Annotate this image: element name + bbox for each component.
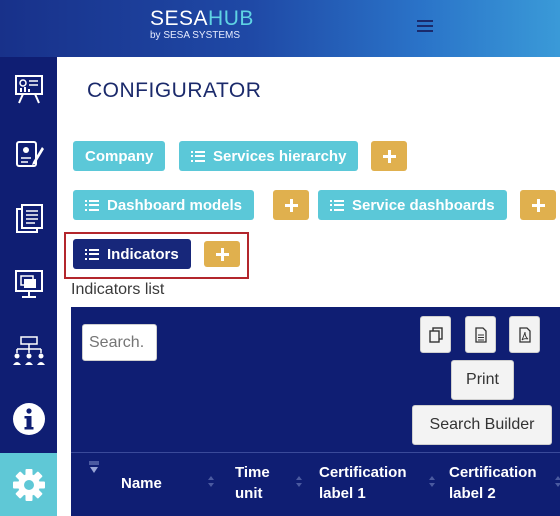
table-header-divider <box>71 452 560 453</box>
file-text-icon <box>474 326 487 343</box>
csv-button[interactable] <box>465 316 496 353</box>
list-icon <box>85 199 99 211</box>
sidebar-item-documents[interactable] <box>0 187 57 250</box>
brand-title: SESAHUB <box>150 8 254 30</box>
copy-icon <box>428 326 443 343</box>
pdf-button[interactable] <box>509 316 540 353</box>
sort-icon[interactable] <box>429 476 435 488</box>
company-button[interactable]: Company <box>73 141 166 171</box>
plus-icon <box>284 198 298 212</box>
indicators-label: Indicators <box>107 245 179 263</box>
sort-icon[interactable] <box>555 476 560 488</box>
column-header-certification-label-2[interactable]: Certification label 2 <box>449 462 559 504</box>
sidebar <box>0 57 57 516</box>
sidebar-item-info[interactable] <box>0 387 57 450</box>
list-icon <box>191 150 205 162</box>
indicators-list-label: Indicators list <box>71 281 165 298</box>
sidebar-item-settings[interactable] <box>0 453 57 516</box>
add-indicator-button[interactable] <box>204 241 240 267</box>
add-service-hierarchy-button[interactable] <box>371 141 407 171</box>
dashboard-models-label: Dashboard models <box>107 196 243 214</box>
sort-icon[interactable] <box>296 476 302 488</box>
sidebar-item-hierarchy[interactable] <box>0 320 57 383</box>
plus-icon <box>215 247 229 261</box>
sidebar-item-certificates[interactable] <box>0 122 57 185</box>
copy-button[interactable] <box>420 316 451 353</box>
hierarchy-icon <box>12 335 45 365</box>
company-button-label: Company <box>85 147 154 165</box>
search-input[interactable] <box>82 324 157 361</box>
gear-icon <box>12 468 45 501</box>
plus-icon <box>531 198 545 212</box>
brand-logo[interactable]: SESAHUB by SESA SYSTEMS <box>150 8 254 41</box>
sidebar-item-monitor[interactable] <box>0 252 57 315</box>
hamburger-menu-icon[interactable] <box>417 20 433 32</box>
app-window: SESAHUB by SESA SYSTEMS CONFIGURATOR Com… <box>0 0 560 516</box>
indicators-table: Print Search Builder Name Time unit Cert… <box>71 307 560 516</box>
add-dashboard-model-button[interactable] <box>273 190 309 220</box>
service-dashboards-button[interactable]: Service dashboards <box>318 190 507 220</box>
top-bar: SESAHUB by SESA SYSTEMS <box>0 0 560 57</box>
list-icon <box>85 248 99 260</box>
documents-icon <box>15 203 43 233</box>
indicators-button[interactable]: Indicators <box>73 239 191 269</box>
certificate-edit-icon <box>15 140 44 167</box>
column-header-time-unit[interactable]: Time unit <box>235 462 285 504</box>
brand-suffix: HUB <box>208 7 254 30</box>
presentation-dashboard-icon <box>14 74 43 103</box>
main-content: CONFIGURATOR Company Services hierarchy … <box>57 57 560 516</box>
monitor-screen-icon <box>14 269 43 298</box>
sidebar-item-dashboard[interactable] <box>0 57 57 120</box>
add-service-dashboard-button[interactable] <box>520 190 556 220</box>
list-icon <box>330 199 344 211</box>
select-all-checkbox[interactable] <box>89 461 99 465</box>
brand-prefix: SESA <box>150 7 209 30</box>
info-icon <box>12 402 45 435</box>
file-pdf-icon <box>518 326 531 343</box>
print-button[interactable]: Print <box>451 360 514 400</box>
page-title: CONFIGURATOR <box>87 79 262 102</box>
services-hierarchy-label: Services hierarchy <box>213 147 347 165</box>
caret-down-icon <box>90 467 98 473</box>
search-builder-button[interactable]: Search Builder <box>412 405 552 445</box>
service-dashboards-label: Service dashboards <box>352 196 495 214</box>
sort-icon[interactable] <box>208 476 214 488</box>
column-header-certification-label-1[interactable]: Certification label 1 <box>319 462 429 504</box>
services-hierarchy-button[interactable]: Services hierarchy <box>179 141 359 171</box>
plus-icon <box>382 149 396 163</box>
brand-subtitle: by SESA SYSTEMS <box>150 30 241 41</box>
column-header-name[interactable]: Name <box>121 473 162 494</box>
dashboard-models-button[interactable]: Dashboard models <box>73 190 255 220</box>
